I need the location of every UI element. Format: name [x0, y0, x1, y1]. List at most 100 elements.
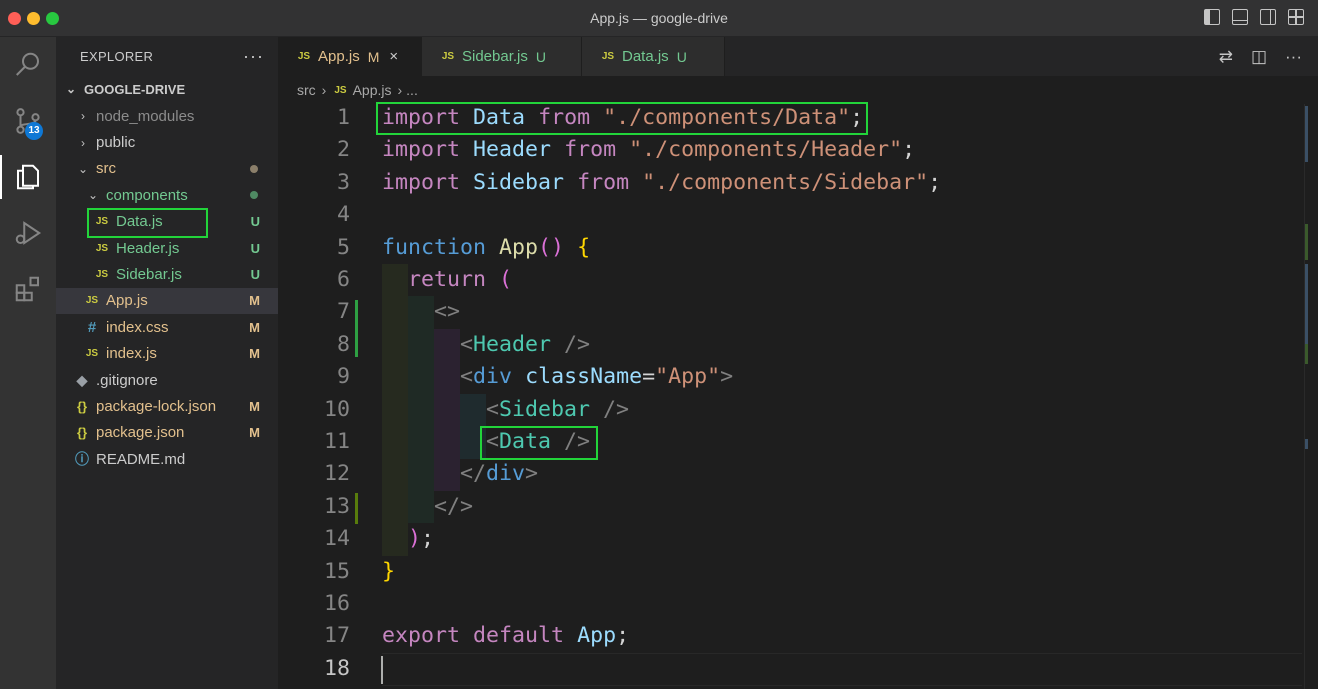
overview-marker	[1305, 224, 1308, 260]
tree-item-label: .gitignore	[96, 371, 158, 389]
chevron-down-icon: ⌄	[77, 161, 89, 176]
line-number: 1	[336, 105, 350, 130]
highlight-box	[480, 426, 598, 460]
tree-item-package-lock-json[interactable]: {} package-lock.json M	[56, 393, 278, 419]
tree-item-app-js[interactable]: JS App.js M	[56, 287, 278, 315]
tree-item-label: src	[96, 160, 116, 178]
tree-item-label: package-lock.json	[96, 397, 217, 415]
tree-item-sidebar-js[interactable]: JS Sidebar.js U	[56, 261, 278, 287]
git-status-badge: U	[250, 214, 260, 230]
gutter-added-marker	[355, 493, 358, 524]
tree-item-index-css[interactable]: # index.css M	[56, 314, 278, 340]
untracked-dot-icon	[250, 191, 258, 200]
code-line-17: export default App;	[382, 623, 630, 648]
js-file-icon: JS	[95, 269, 109, 281]
explorer-icon[interactable]	[0, 149, 56, 205]
breadcrumb-separator: ›	[321, 82, 327, 98]
tree-item-header-js[interactable]: JS Header.js U	[56, 235, 278, 261]
tree-item-src[interactable]: ⌄ src	[56, 156, 278, 182]
close-icon[interactable]: ×	[389, 48, 398, 65]
open-changes-icon[interactable]: ⇄	[1219, 47, 1233, 67]
chevron-down-icon: ⌄	[65, 82, 77, 96]
toggle-primary-sidebar-icon[interactable]	[1204, 9, 1220, 25]
line-number: 10	[323, 397, 350, 422]
tab-label: App.js	[318, 48, 360, 65]
breadcrumb: src › JS App.js › ...	[278, 76, 1318, 104]
line-number: 14	[323, 526, 350, 551]
tree-item-components[interactable]: ⌄ components	[56, 182, 278, 208]
tab-status: U	[676, 48, 687, 65]
tree-item-public[interactable]: › public	[56, 129, 278, 155]
line-number: 16	[323, 591, 350, 616]
js-file-icon: JS	[297, 51, 311, 62]
line-number: 18	[323, 656, 350, 681]
git-status-badge: M	[249, 293, 260, 309]
code-line-2: import Header from "./components/Header"…	[382, 137, 916, 162]
highlight-box	[376, 102, 868, 135]
breadcrumb-separator: ›	[397, 82, 403, 98]
chevron-right-icon: ›	[81, 135, 85, 150]
explorer-sidebar: EXPLORER ··· ⌄ GOOGLE-DRIVE › node_modul…	[56, 37, 278, 689]
tab-sidebar-js[interactable]: JS Sidebar.js U	[422, 37, 582, 76]
tree-item-label: Sidebar.js	[116, 266, 182, 284]
workspace-root-label: GOOGLE-DRIVE	[84, 81, 186, 97]
git-status-badge: M	[249, 398, 260, 414]
tree-item-label: public	[96, 134, 136, 152]
chevron-right-icon: ›	[81, 109, 85, 124]
tab-status: U	[535, 48, 546, 65]
git-status-badge: M	[249, 425, 260, 441]
code-editor[interactable]: 1 2 3 4 5 6 7 8 9 10 11 12 13 14 15 16 1…	[278, 102, 1318, 689]
tree-item-node-modules[interactable]: › node_modules	[56, 103, 278, 129]
toggle-panel-icon[interactable]	[1232, 9, 1248, 25]
layout-controls	[1204, 9, 1304, 25]
split-editor-icon[interactable]: ◫	[1251, 47, 1267, 67]
breadcrumb-file[interactable]: App.js	[353, 82, 392, 98]
tree-item-readme-md[interactable]: ⓘ README.md	[56, 446, 278, 472]
toggle-secondary-sidebar-icon[interactable]	[1260, 9, 1276, 25]
tree-item-index-js[interactable]: JS index.js M	[56, 341, 278, 367]
more-actions-button[interactable]: ···	[243, 46, 264, 67]
code-line-3: import Sidebar from "./components/Sideba…	[382, 170, 942, 195]
customize-layout-icon[interactable]	[1288, 9, 1304, 25]
code-line-14: );	[408, 526, 435, 551]
tab-app-js[interactable]: JS App.js M ×	[278, 37, 422, 76]
breadcrumb-symbols[interactable]: ...	[406, 82, 418, 98]
css-file-icon: #	[87, 318, 97, 336]
tree-item-label: package.json	[96, 424, 185, 442]
line-number: 6	[336, 267, 350, 292]
more-actions-icon[interactable]: ···	[1285, 47, 1302, 67]
source-control-icon[interactable]: 13	[0, 93, 56, 149]
line-number: 3	[336, 170, 350, 195]
breadcrumb-folder[interactable]: src	[297, 82, 316, 98]
code-line-7: <>	[434, 299, 461, 324]
highlight-box	[87, 208, 208, 238]
run-debug-icon[interactable]	[0, 205, 56, 261]
workspace-root[interactable]: ⌄ GOOGLE-DRIVE	[56, 75, 278, 103]
vertical-scrollbar[interactable]	[1304, 104, 1318, 689]
code-line-12: </div>	[460, 461, 539, 486]
json-file-icon: {}	[76, 425, 88, 441]
git-status-badge: M	[249, 319, 260, 335]
json-file-icon: {}	[76, 398, 88, 414]
editor-actions: ⇄ ◫ ···	[1219, 47, 1302, 67]
tab-label: Data.js	[622, 48, 669, 65]
line-number: 5	[336, 235, 350, 260]
js-file-icon: JS	[85, 295, 99, 307]
code-line-9: <div className="App">	[460, 364, 734, 389]
extensions-icon[interactable]	[0, 261, 56, 317]
js-file-icon: JS	[601, 51, 615, 62]
line-number: 8	[336, 332, 350, 357]
tab-label: Sidebar.js	[462, 48, 528, 65]
git-status-badge: M	[249, 346, 260, 362]
tree-item-package-json[interactable]: {} package.json M	[56, 420, 278, 446]
activity-bar: 13	[0, 37, 56, 689]
search-icon[interactable]	[0, 37, 56, 93]
current-line-highlight	[382, 653, 1302, 686]
tree-item-label: App.js	[106, 292, 148, 310]
chevron-down-icon: ⌄	[87, 188, 99, 203]
explorer-title: EXPLORER	[80, 48, 154, 64]
tree-item-gitignore[interactable]: ◆ .gitignore	[56, 367, 278, 393]
tab-data-js[interactable]: JS Data.js U	[582, 37, 725, 76]
git-status-badge: U	[250, 240, 260, 256]
js-file-icon: JS	[334, 84, 347, 96]
